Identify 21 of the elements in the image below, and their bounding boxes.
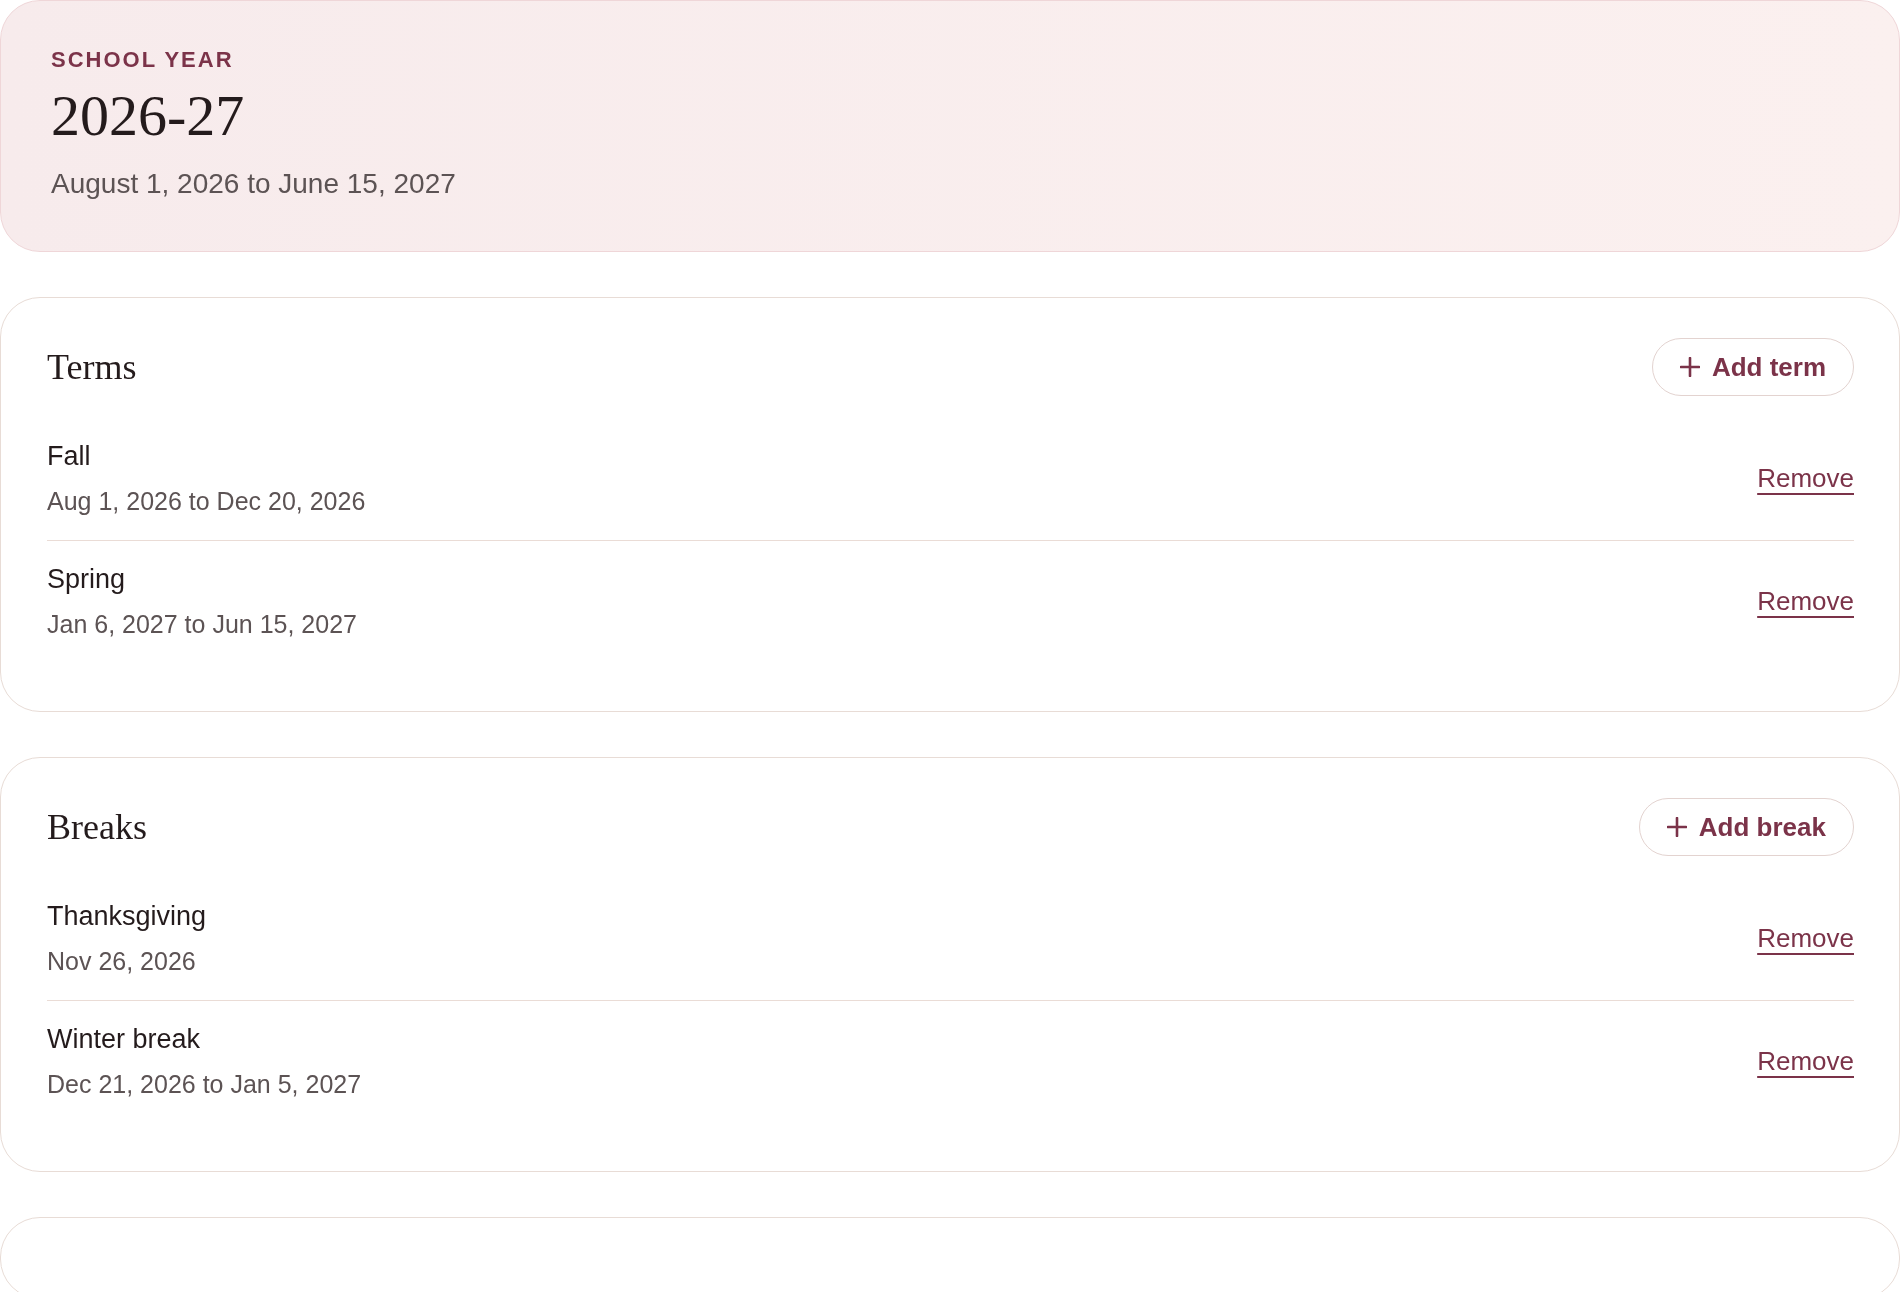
- section-title: Terms: [47, 346, 137, 388]
- remove-link[interactable]: Remove: [1757, 922, 1854, 954]
- item-name: Fall: [47, 440, 91, 472]
- item-dates: Dec 21, 2026 to Jan 5, 2027: [47, 1069, 362, 1099]
- item-dates: Jan 6, 2027 to Jun 15, 2027: [47, 609, 357, 639]
- eyebrow-label: SCHOOL YEAR: [51, 46, 234, 74]
- plus-icon: [1679, 357, 1700, 377]
- school-year-title: 2026-27: [51, 85, 245, 147]
- item-dates: Aug 1, 2026 to Dec 20, 2026: [47, 486, 366, 516]
- remove-link[interactable]: Remove: [1757, 585, 1854, 617]
- plus-icon: [1666, 817, 1687, 837]
- section-title: Breaks: [47, 806, 147, 848]
- add-button[interactable]: Add break: [1638, 798, 1854, 856]
- remove-link[interactable]: Remove: [1757, 1045, 1854, 1077]
- add-button[interactable]: Add term: [1651, 338, 1854, 396]
- item-name: Winter break: [47, 1023, 201, 1055]
- date-range: August 1, 2026 to June 15, 2027: [51, 167, 456, 201]
- item-dates: Nov 26, 2026: [47, 946, 196, 976]
- item-name: Spring: [47, 563, 126, 595]
- item-name: Thanksgiving: [47, 900, 207, 932]
- remove-link[interactable]: Remove: [1757, 462, 1854, 494]
